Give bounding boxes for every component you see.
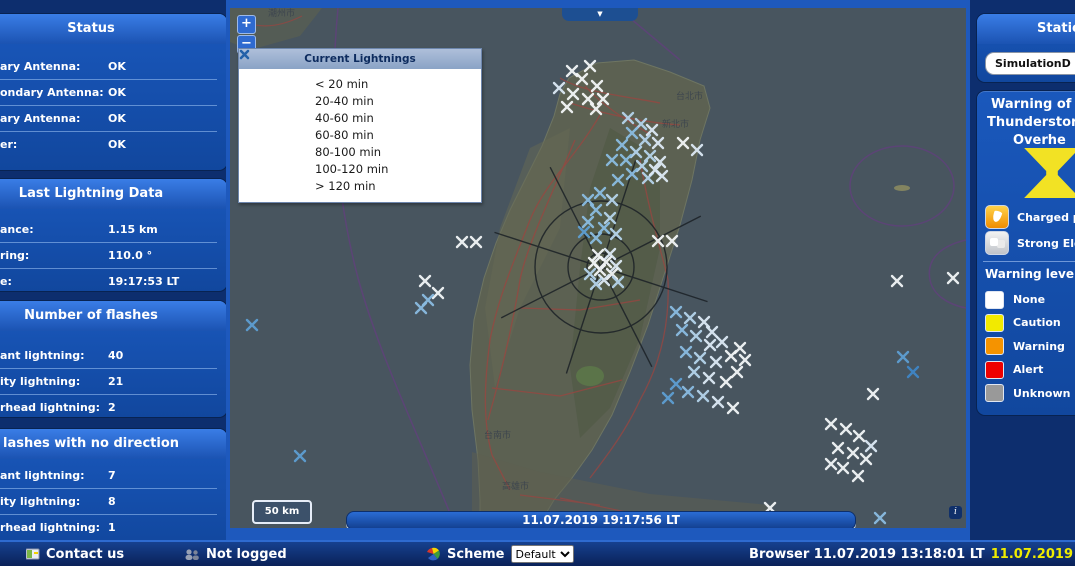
warning-level-row: Unknown [985,384,1070,403]
charged-precipitation-label: Charged preci [1017,210,1075,224]
warning-level-swatch [985,337,1004,356]
strong-electric-field-row: Strong Electri [985,231,1075,255]
panel-row: e: 19:17:53 LT [0,275,180,288]
panel-row: ance: 1.15 km [0,217,217,243]
legend-items: < 20 min 20-40 min 40-60 min 60-80 min 80-10… [239,49,481,202]
legend-title: Current Lightnings [239,49,481,69]
legend-item: < 20 min [239,49,481,92]
map-timestamp-bar: 11.07.2019 19:17:56 LT [346,511,856,528]
warning-line-1: Warning of P [991,97,1075,112]
panel-row: ondary Antenna: OK [0,80,217,106]
scheme-pinwheel-icon [427,547,440,561]
no-direction-panel: lashes with no direction ant lightning: 7… [0,428,226,540]
panel-row: rhead lightning: 2 [0,401,116,414]
right-sidebar: Statio SimulationD Warning of P Thunders… [970,0,1075,540]
contact-us-link[interactable]: Contact us [26,542,124,566]
browser-datetime: Browser 11.07.2019 13:18:01 LT 11.07.201… [749,542,1073,566]
warning-level-row: Alert [985,360,1043,379]
status-panel: Status ary Antenna: OK ondary Antenna: OK ar… [0,13,226,171]
panel-row: rhead lightning: 1 [0,521,116,534]
status-panel-rows: ary Antenna: OK ondary Antenna: OK ary Anten… [0,44,226,157]
user-icon [185,549,199,560]
small-island [894,185,910,191]
svg-text:台南市: 台南市 [484,429,511,441]
warning-panel: Warning of P Thunderstorm Overhe Charged… [976,90,1075,416]
svg-text:新北市: 新北市 [662,118,689,130]
warning-line-3: Overhe [1013,133,1066,148]
panel-row: ant lightning: 40 [0,343,217,369]
legend-item: 40-60 min [239,49,481,126]
scheme-label: Scheme [447,546,505,562]
lightning-monitor-app: { "left_sidebar": { "status_panel": {"ti… [0,0,1075,566]
flashes-panel-rows: ant lightning: 40 ity lightning: 21 rhead li… [0,331,226,420]
panel-row: ant lightning: 7 [0,463,217,489]
last-lightning-rows: ance: 1.15 km ring: 110.0 ° e: 19:17:53 LT [0,209,226,294]
chevron-down-icon: ▼ [597,10,603,18]
legend-item: 20-40 min [239,49,481,109]
charged-precipitation-icon [985,205,1009,229]
scheme-select[interactable]: Default [510,545,574,563]
legend-item: 80-100 min [239,49,481,160]
warning-level-row: Caution [985,313,1061,332]
panel-row: ary Antenna: OK [0,106,217,132]
last-lightning-title: Last Lightning Data [0,179,226,209]
warning-level-swatch [985,290,1004,309]
bottom-status-bar: Contact us Not logged Scheme Default Bro… [0,540,1075,566]
no-direction-title: lashes with no direction [0,429,226,459]
legend-item: 100-120 min [239,49,481,177]
warning-level-swatch [985,360,1004,379]
map-canvas[interactable]: 台北市 新北市 台南市 高雄市 潮州市 ▼ + − Current Lightnings… [230,8,966,528]
warning-level-swatch [985,384,1004,403]
strong-electric-field-icon [985,231,1009,255]
login-status[interactable]: Not logged [184,542,287,566]
legend-item: 60-80 min [239,49,481,143]
strong-electric-field-label: Strong Electri [1017,236,1075,250]
left-sidebar: Status ary Antenna: OK ondary Antenna: OK ar… [0,0,226,540]
warning-level-row: None [985,290,1045,309]
svg-text:高雄市: 高雄市 [502,480,529,492]
station-panel-title: Statio [977,14,1075,44]
collapse-panel-tab[interactable]: ▼ [562,8,638,21]
no-direction-rows: ant lightning: 7 ity lightning: 8 rhead ligh… [0,459,226,540]
contact-us-label: Contact us [46,546,125,562]
station-panel: Statio SimulationD [976,13,1075,83]
warning-line-2: Thunderstorm [987,115,1075,130]
current-lightnings-legend: Current Lightnings < 20 min 20-40 min 40-6… [238,48,482,203]
scheme-control: Scheme Default [426,542,574,566]
info-button[interactable]: i [949,506,962,519]
panel-row: ary Antenna: OK [0,54,217,80]
charged-precipitation-row: Charged preci [985,205,1075,229]
flashes-panel-title: Number of flashes [0,301,226,331]
thunderstorm-warning-icon [1024,148,1075,198]
panel-row: er: OK [0,138,126,151]
highlight-date-label: 11.07.2019 [990,546,1073,562]
status-panel-title: Status [0,14,226,44]
legend-item: > 120 min [239,49,481,194]
green-park-patch [576,366,604,386]
flashes-panel: Number of flashes ant lightning: 40 ity li… [0,300,226,418]
panel-row: ity lightning: 8 [0,489,217,515]
svg-text:台北市: 台北市 [676,90,703,102]
panel-row: ity lightning: 21 [0,369,217,395]
last-lightning-panel: Last Lightning Data ance: 1.15 km ring: 110… [0,178,226,292]
warning-levels-title: Warning levels [985,267,1075,281]
warning-level-swatch [985,313,1004,332]
zoom-in-button[interactable]: + [237,15,256,34]
map-scale: 50 km [252,500,312,524]
svg-text:潮州市: 潮州市 [268,8,295,19]
map-column: 台北市 新北市 台南市 高雄市 潮州市 ▼ + − Current Lightnings… [226,0,970,540]
divider [983,261,1075,262]
mail-icon [26,548,40,560]
login-status-label: Not logged [206,546,287,562]
browser-time-label: Browser 11.07.2019 13:18:01 LT [749,546,985,562]
panel-row: ring: 110.0 ° [0,243,217,269]
station-dropdown[interactable]: SimulationD [985,52,1075,75]
warning-level-row: Warning [985,337,1065,356]
